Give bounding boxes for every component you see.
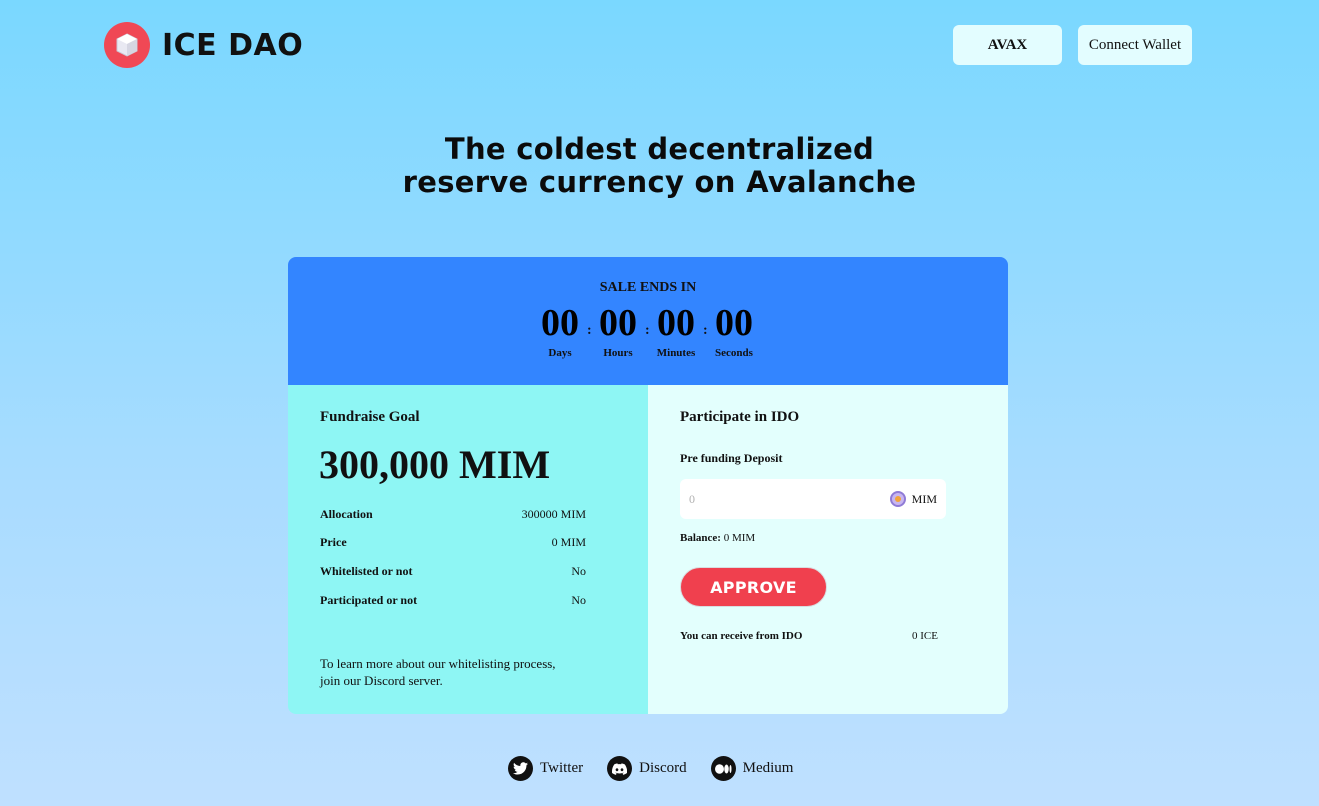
row-value: No	[571, 593, 586, 607]
whitelist-note: To learn more about our whitelisting pro…	[320, 655, 556, 689]
whitelisted-row: Whitelisted or not No	[320, 564, 586, 579]
balance-value: 0 MIM	[723, 532, 756, 544]
approve-button[interactable]: APPROVE	[680, 567, 827, 607]
days-value: 00	[541, 302, 579, 344]
countdown-title: SALE ENDS IN	[599, 280, 697, 295]
minutes-label: Minutes	[656, 347, 696, 359]
days-label: Days	[548, 347, 572, 359]
brand-logo[interactable]: ICE DAO	[104, 22, 303, 68]
deposit-label: Pre funding Deposit	[680, 451, 783, 465]
countdown-minutes: 00 Minutes	[646, 301, 706, 359]
row-value: 300000 MIM	[521, 507, 586, 521]
row-label: Participated or not	[320, 593, 418, 607]
headline-line-1: The coldest decentralized	[444, 132, 875, 166]
receive-label: You can receive from IDO	[680, 630, 803, 642]
row-label: Whitelisted or not	[320, 564, 413, 578]
minutes-value: 00	[657, 302, 695, 344]
price-row: Price 0 MIM	[320, 535, 586, 550]
countdown-days: 00 Days	[530, 301, 590, 359]
hours-label: Hours	[603, 347, 633, 359]
page-headline: The coldest decentralized reserve curren…	[0, 133, 1319, 199]
row-value: 0 MIM	[551, 535, 586, 549]
medium-label: Medium	[742, 760, 794, 776]
participate-panel: Participate in IDO Pre funding Deposit M…	[648, 385, 1008, 714]
receive-row: You can receive from IDO 0 ICE	[680, 630, 938, 642]
twitter-link[interactable]: Twitter	[508, 756, 583, 781]
discord-icon	[607, 756, 633, 781]
row-label: Price	[320, 535, 347, 549]
social-links: Twitter Discord Medium	[508, 756, 817, 781]
ice-cube-icon	[104, 22, 150, 68]
network-button[interactable]: AVAX	[953, 25, 1062, 65]
hours-value: 00	[599, 302, 637, 344]
balance-text: Balance: 0 MIM	[680, 532, 755, 544]
deposit-unit: MIM	[911, 491, 937, 506]
countdown-hours: 00 Hours	[588, 301, 648, 359]
row-value: No	[571, 564, 586, 578]
balance-label: Balance:	[680, 532, 721, 544]
twitter-label: Twitter	[540, 760, 584, 776]
row-label: Allocation	[320, 507, 373, 521]
allocation-row: Allocation 300000 MIM	[320, 507, 586, 522]
headline-line-2: reserve currency on Avalanche	[402, 165, 917, 199]
discord-link[interactable]: Discord	[607, 756, 687, 781]
seconds-value: 00	[715, 302, 753, 344]
fundraise-goal: 300,000 MIM	[319, 442, 551, 487]
fundraise-panel: Fundraise Goal 300,000 MIM Allocation 30…	[288, 385, 648, 714]
countdown-panel: SALE ENDS IN 00 Days : 00 Hours : 00 Min…	[288, 257, 1008, 385]
deposit-field[interactable]: MIM	[680, 479, 946, 519]
participate-title: Participate in IDO	[680, 409, 800, 425]
medium-icon	[710, 756, 736, 781]
medium-link[interactable]: Medium	[710, 756, 794, 781]
twitter-icon	[508, 756, 533, 781]
deposit-input[interactable]	[689, 491, 890, 507]
fundraise-title: Fundraise Goal	[320, 409, 420, 425]
participated-row: Participated or not No	[320, 593, 586, 608]
seconds-label: Seconds	[715, 347, 753, 359]
connect-wallet-button[interactable]: Connect Wallet	[1078, 25, 1192, 65]
countdown-seconds: 00 Seconds	[704, 301, 764, 359]
brand-name: ICE DAO	[162, 27, 304, 63]
discord-label: Discord	[639, 760, 687, 776]
note-line-1: To learn more about our whitelisting pro…	[320, 656, 556, 671]
note-line-2: join our Discord server.	[320, 673, 443, 688]
mim-token-icon	[889, 491, 906, 507]
ido-card: SALE ENDS IN 00 Days : 00 Hours : 00 Min…	[288, 257, 1008, 714]
receive-value: 0 ICE	[912, 630, 938, 642]
